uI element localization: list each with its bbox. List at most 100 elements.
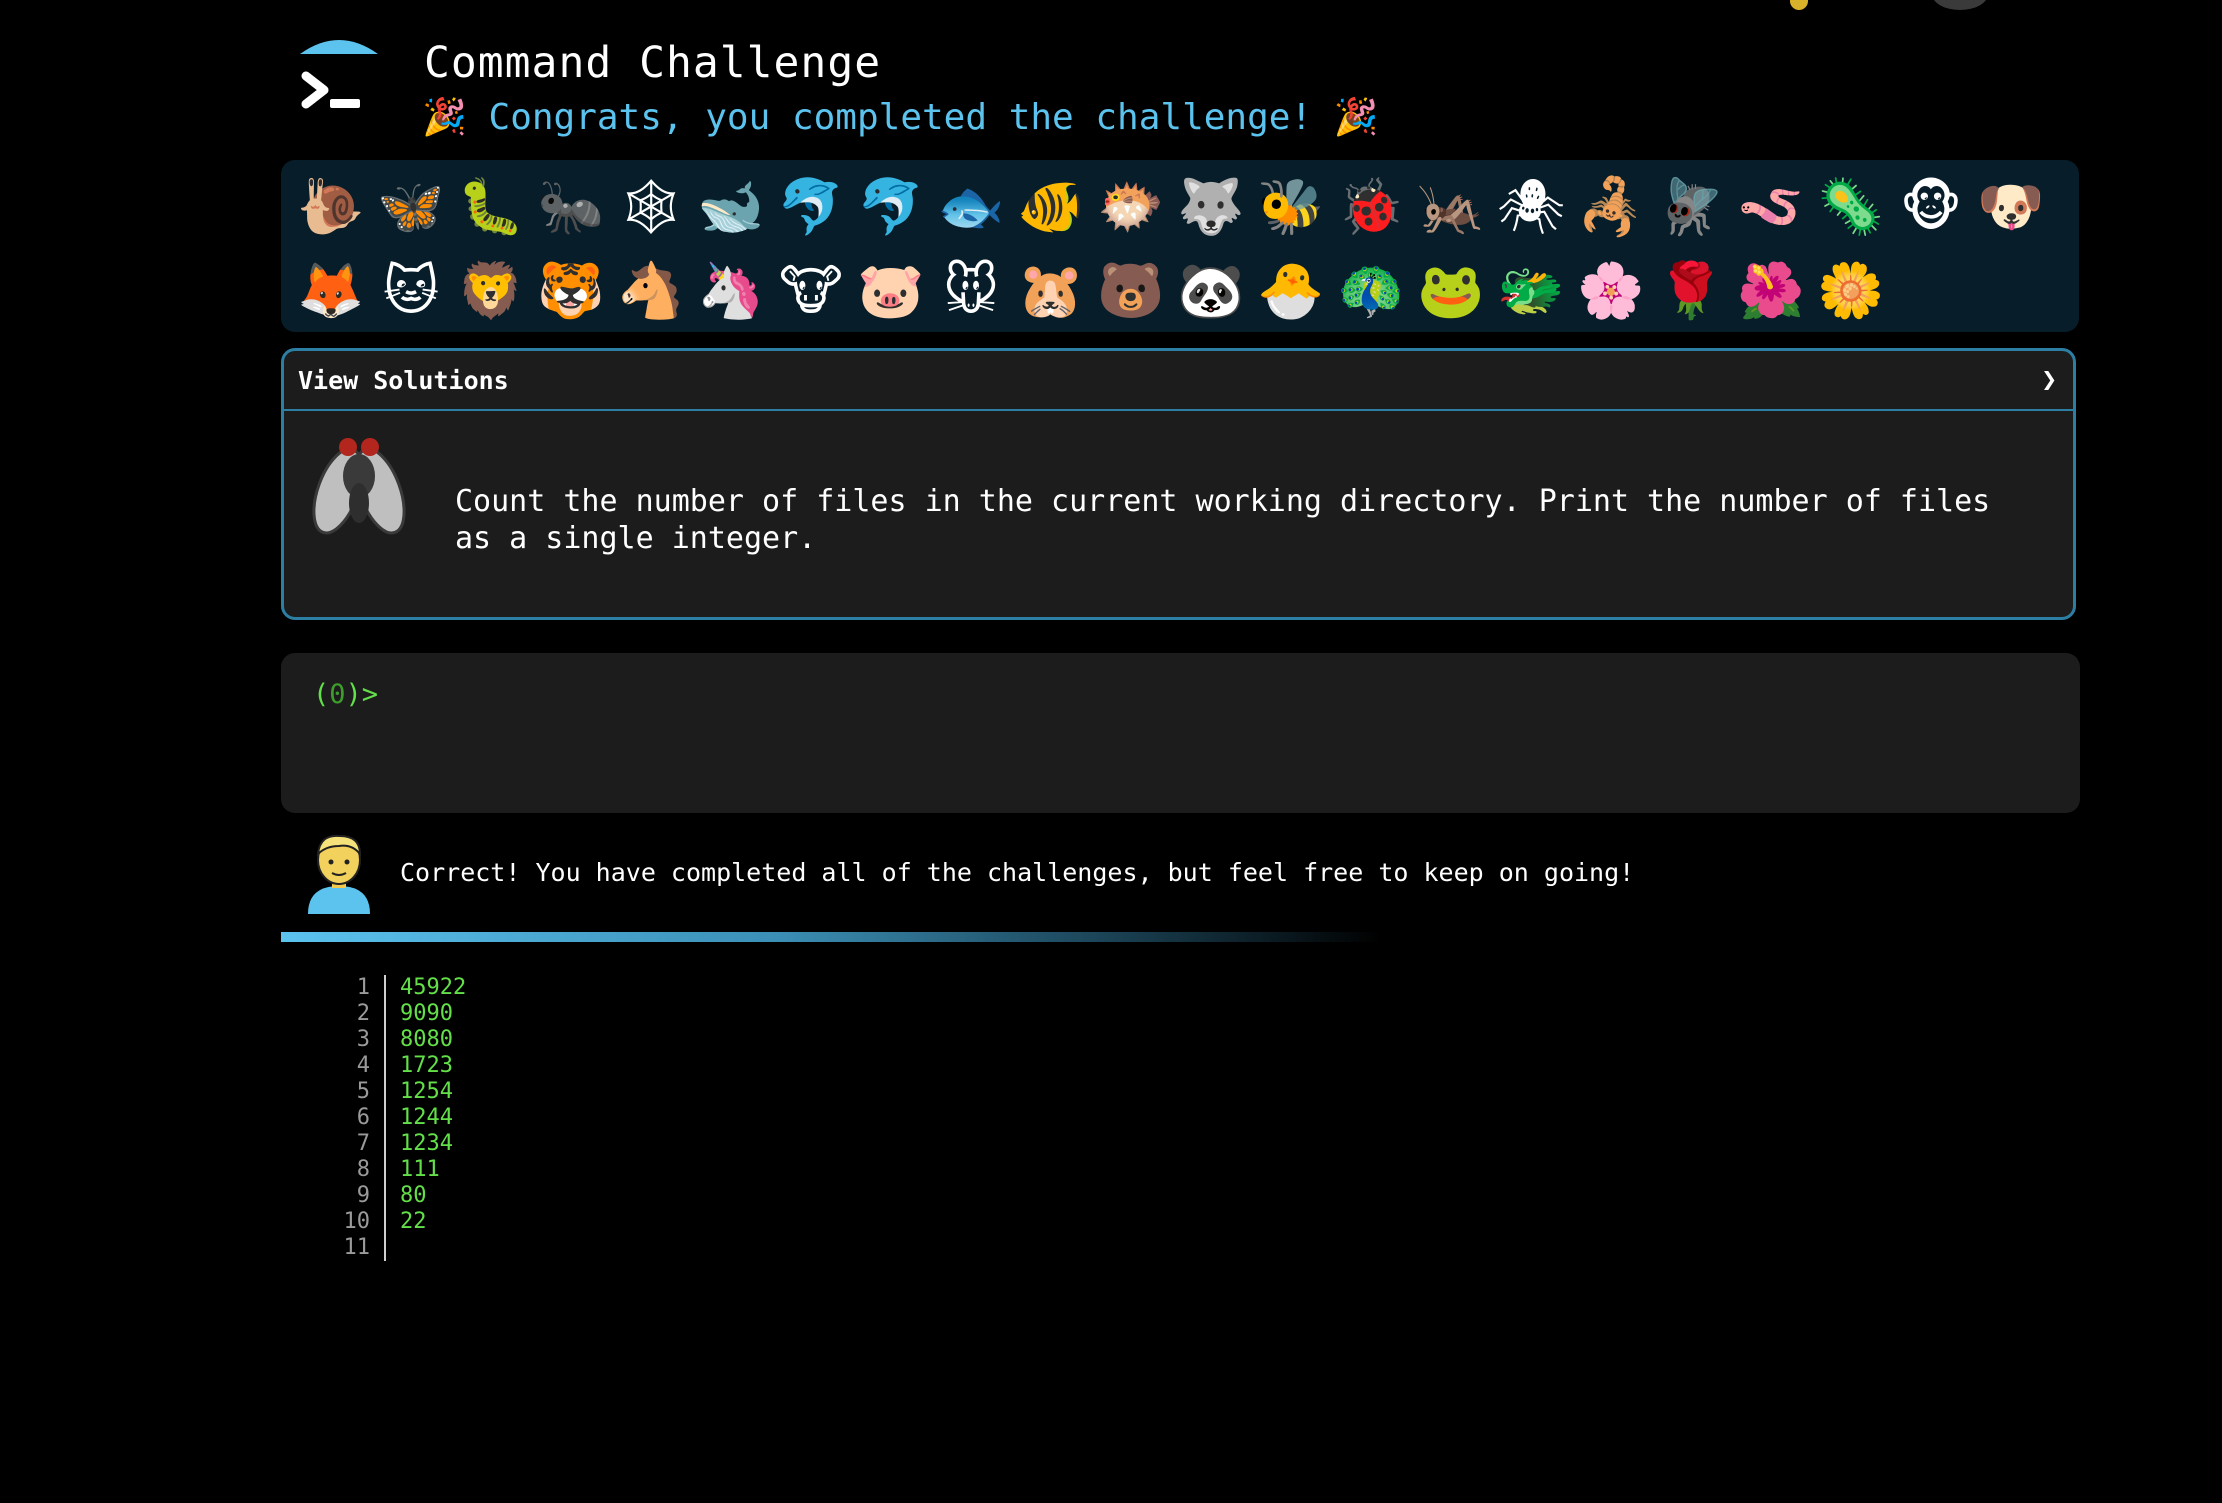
prompt-open: (: [313, 679, 330, 710]
view-solutions-label: View Solutions: [298, 365, 509, 395]
badge-icon[interactable]: 🐬: [771, 170, 851, 244]
badge-icon[interactable]: 🐋: [691, 170, 771, 244]
badge-icon[interactable]: 🦗: [1411, 170, 1491, 244]
output-line: 1 45922: [320, 975, 466, 1001]
badge-icon[interactable]: 🐻: [1091, 254, 1171, 328]
badge-icon[interactable]: 🐝: [1251, 170, 1331, 244]
line-value: 1244: [400, 1105, 453, 1130]
badge-icon[interactable]: 🐼: [1171, 254, 1251, 328]
badge-icon[interactable]: 🐟: [931, 170, 1011, 244]
prompt-count: 0: [329, 679, 346, 710]
badge-icon[interactable]: 🐭: [931, 254, 1011, 328]
output-line: 9 80: [320, 1183, 466, 1209]
line-number: 1: [320, 975, 386, 1001]
line-value: 1723: [400, 1053, 453, 1078]
terminal-logo-icon: [300, 40, 378, 109]
badge-icon[interactable]: 🐱: [371, 254, 451, 328]
badge-icon[interactable]: 🐞: [1331, 170, 1411, 244]
badge-icon[interactable]: 🐬: [851, 170, 931, 244]
terminal-prompt: (0)>: [313, 679, 378, 710]
chevron-right-icon: ❯: [2041, 365, 2057, 395]
line-value: 22: [400, 1209, 427, 1234]
badge-icon[interactable]: 🐌: [291, 170, 371, 244]
badge-icon[interactable]: 🦠: [1811, 170, 1891, 244]
badge-icon[interactable]: 🕸: [611, 170, 691, 244]
badge-icon[interactable]: 🐹: [1011, 254, 1091, 328]
line-value: 111: [400, 1157, 440, 1182]
corner-badge-icon: [1790, 0, 1808, 10]
badge-icon[interactable]: 🌸: [1571, 254, 1651, 328]
badge-icon[interactable]: 🐺: [1171, 170, 1251, 244]
badge-icon[interactable]: 🐵: [1891, 170, 1971, 244]
line-value: 9090: [400, 1001, 453, 1026]
output-line: 4 1723: [320, 1053, 466, 1079]
line-number: 6: [320, 1105, 386, 1131]
congrats-text: Congrats, you completed the challenge!: [488, 97, 1313, 138]
badge-icon[interactable]: 🦄: [691, 254, 771, 328]
line-number: 4: [320, 1053, 386, 1079]
page-title: Command Challenge: [424, 38, 882, 88]
line-number: 7: [320, 1131, 386, 1157]
output-line: 3 8080: [320, 1027, 466, 1053]
output-line: 5 1254: [320, 1079, 466, 1105]
output-line: 6 1244: [320, 1105, 466, 1131]
output-line: 2 9090: [320, 1001, 466, 1027]
line-number: 2: [320, 1001, 386, 1027]
badge-icon[interactable]: 🪰: [1651, 170, 1731, 244]
badge-icon[interactable]: 🐮: [771, 254, 851, 328]
congrats-message: 🎉 Congrats, you completed the challenge!…: [422, 96, 1379, 138]
progress-bar: [281, 932, 1381, 942]
line-number: 3: [320, 1027, 386, 1053]
badge-icon[interactable]: 🪱: [1731, 170, 1811, 244]
line-number: 9: [320, 1183, 386, 1209]
badge-icon[interactable]: 🐶: [1971, 170, 2051, 244]
badge-icon[interactable]: 🐠: [1011, 170, 1091, 244]
prompt-close: )>: [345, 679, 379, 710]
badge-icon[interactable]: 🐛: [451, 170, 531, 244]
fly-icon: [312, 438, 406, 535]
badge-icon[interactable]: 🌺: [1731, 254, 1811, 328]
command-output: 1 45922 2 9090 3 8080 4 1723 5 1254 6 1244 7 1234 8 111…: [320, 975, 466, 1261]
party-popper-icon: 🎉: [422, 97, 467, 138]
badge-icon[interactable]: 🦊: [291, 254, 371, 328]
badge-icon[interactable]: 🐴: [611, 254, 691, 328]
badge-icon[interactable]: 🌼: [1811, 254, 1891, 328]
badge-icon[interactable]: 🐷: [851, 254, 931, 328]
line-value: 80: [400, 1183, 427, 1208]
challenge-badges: 🐌 🦋 🐛 🐜 🕸 🐋 🐬 🐬 🐟 🐠 🐡 🐺 🐝 🐞 🦗 🕷 🦂 🪰 🪱 🦠 🐵 🐶 🦊 🐱 🦁 🐯 🐴 🦄 🐮 🐷 🐭 🐹 🐻 🐼 🐣 🦚 🐸 🐲 🌸…: [281, 160, 2079, 332]
output-line: 8 111: [320, 1157, 466, 1183]
line-number: 5: [320, 1079, 386, 1105]
challenge-panel: View Solutions ❯ Count the number of fil…: [281, 348, 2076, 620]
badge-icon[interactable]: 🐡: [1091, 170, 1171, 244]
badge-icon[interactable]: 🦋: [371, 170, 451, 244]
line-value: 8080: [400, 1027, 453, 1052]
badge-icon[interactable]: 🐲: [1491, 254, 1571, 328]
badge-icon[interactable]: 🐜: [531, 170, 611, 244]
output-line: 11: [320, 1235, 466, 1261]
line-value: 45922: [400, 975, 467, 1000]
line-value: 1254: [400, 1079, 453, 1104]
output-line: 10 22: [320, 1209, 466, 1235]
line-number: 8: [320, 1157, 386, 1183]
badge-icon[interactable]: 🐣: [1251, 254, 1331, 328]
badge-row: 🐌 🦋 🐛 🐜 🕸 🐋 🐬 🐬 🐟 🐠 🐡 🐺 🐝 🐞 🦗 🕷 🦂 🪰 🪱 🦠 🐵 🐶: [291, 170, 2051, 244]
badge-icon[interactable]: 🦚: [1331, 254, 1411, 328]
user-avatar[interactable]: [1932, 0, 1988, 10]
badge-icon[interactable]: 🌹: [1651, 254, 1731, 328]
badge-icon[interactable]: 🐯: [531, 254, 611, 328]
line-value: [386, 1235, 400, 1261]
terminal-input-area[interactable]: (0)>: [281, 653, 2080, 813]
badge-icon[interactable]: 🕷: [1491, 170, 1571, 244]
line-number: 11: [320, 1235, 386, 1261]
person-avatar-icon: [308, 834, 370, 914]
output-line: 7 1234: [320, 1131, 466, 1157]
badge-row: 🦊 🐱 🦁 🐯 🐴 🦄 🐮 🐷 🐭 🐹 🐻 🐼 🐣 🦚 🐸 🐲 🌸 🌹 🌺 🌼: [291, 254, 1891, 328]
badge-icon[interactable]: 🐸: [1411, 254, 1491, 328]
badge-icon[interactable]: 🦂: [1571, 170, 1651, 244]
challenge-description: Count the number of files in the current…: [455, 484, 1991, 556]
view-solutions-toggle[interactable]: View Solutions ❯: [284, 351, 2073, 411]
line-number: 10: [320, 1209, 386, 1235]
line-value: 1234: [400, 1131, 453, 1156]
badge-icon[interactable]: 🦁: [451, 254, 531, 328]
feedback-message: Correct! You have completed all of the c…: [400, 858, 1635, 887]
